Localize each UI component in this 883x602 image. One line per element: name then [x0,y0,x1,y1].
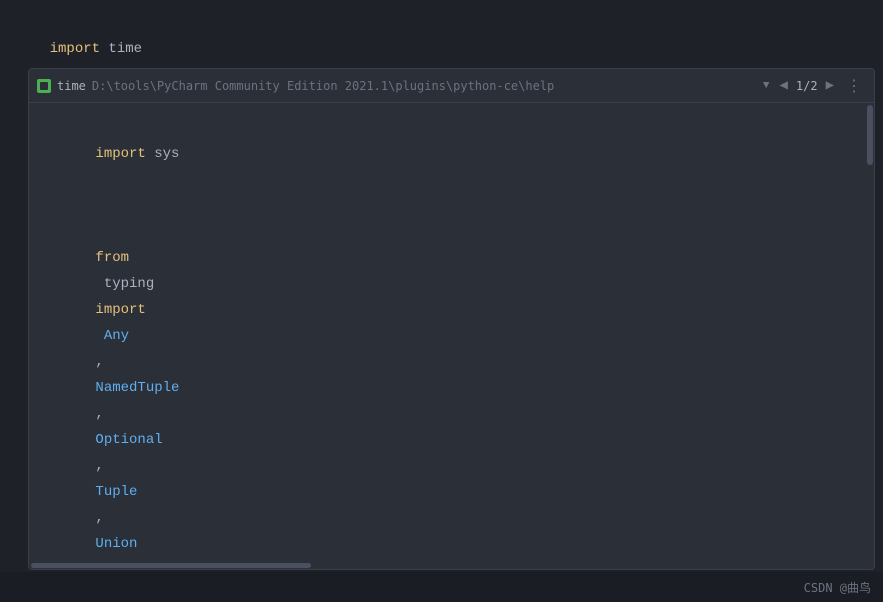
popup-module-path: D:\tools\PyCharm Community Edition 2021.… [92,79,757,93]
documentation-popup: time D:\tools\PyCharm Community Edition … [28,68,875,570]
keyword-import: import [50,41,100,57]
doc-counter: 1/2 [796,79,818,93]
bottom-status-bar: CSDN @曲鸟 [0,572,883,602]
horizontal-scrollbar-thumb[interactable] [31,563,311,568]
next-doc-button[interactable]: ▶ [822,75,838,96]
horizontal-scrollbar[interactable] [29,561,866,569]
popup-module-name: time [57,79,86,93]
vertical-scrollbar-thumb[interactable] [867,105,873,165]
module-time: time [100,41,142,57]
dropdown-arrow-icon[interactable]: ▼ [763,80,770,92]
popup-content-area: import sys from typing import Any , Name… [29,103,874,569]
code-line-import-sys: import sys [45,115,858,193]
popup-nav: ◀ 1/2 ▶ ⋮ [775,75,866,96]
watermark-text: CSDN @曲鸟 [804,579,871,596]
python-icon [37,79,51,93]
code-line-from-typing: from typing import Any , NamedTuple , Op… [45,219,858,569]
code-line-blank1 [45,193,858,219]
more-options-button[interactable]: ⋮ [842,76,866,96]
vertical-scrollbar[interactable] [866,103,874,569]
popup-header: time D:\tools\PyCharm Community Edition … [29,69,874,103]
prev-doc-button[interactable]: ◀ [775,75,791,96]
